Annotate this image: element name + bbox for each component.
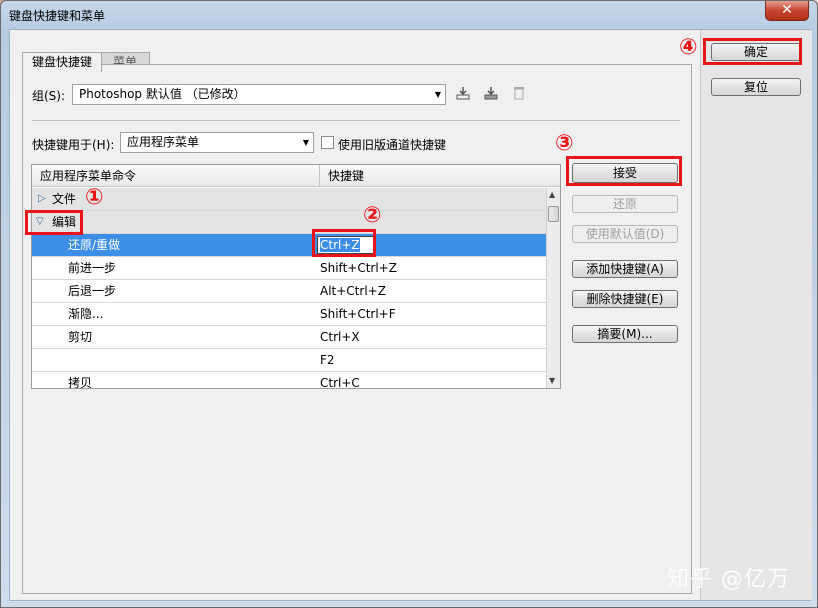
shortcuts-for-select[interactable]: 应用程序菜单 ▼ (120, 132, 314, 153)
highlight-shortcut-field (312, 229, 376, 257)
close-button[interactable]: ✕ (765, 1, 809, 21)
table-row[interactable]: 还原/重做 Ctrl+Z (32, 234, 546, 257)
shortcuts-table: 应用程序菜单命令 快捷键 ▷ 文件 ▽ 编辑 还原/重做 Ctrl+Z 前进一步… (31, 164, 561, 389)
save-set-icon[interactable] (454, 85, 472, 103)
highlight-accept-button (566, 156, 682, 186)
annotation-4: ④ (679, 35, 698, 60)
shortcuts-for-value: 应用程序菜单 (127, 135, 200, 149)
column-header-shortcut[interactable]: 快捷键 (320, 165, 560, 187)
row-shortcut: Ctrl+C (320, 376, 360, 389)
set-select-value: Photoshop 默认值 （已修改） (79, 87, 246, 101)
add-shortcut-button[interactable]: 添加快捷键(A) (572, 260, 678, 278)
set-select[interactable]: Photoshop 默认值 （已修改） ▼ (72, 84, 446, 105)
delete-shortcut-button[interactable]: 删除快捷键(E) (572, 290, 678, 308)
highlight-edit-group (25, 210, 83, 235)
row-shortcut: Ctrl+X (320, 330, 360, 344)
summarize-button[interactable]: 摘要(M)... (572, 325, 678, 343)
dialog-window: 键盘快捷键和菜单 ✕ 键盘快捷键 菜单 组(S): Photoshop 默认值 … (0, 0, 818, 608)
dialog-buttons-panel: 确定 复位 (700, 30, 812, 600)
watermark: 知乎 @亿万 (667, 567, 790, 592)
reset-button[interactable]: 复位 (711, 78, 801, 96)
use-default-button[interactable]: 使用默认值(D) (572, 225, 678, 243)
chevron-down-icon: ▼ (302, 138, 309, 147)
table-row[interactable]: F2 (32, 349, 546, 372)
row-command: 后退一步 (68, 284, 117, 298)
table-scrollbar[interactable]: ▲ ▼ (546, 188, 560, 388)
annotation-3: ③ (555, 131, 574, 156)
table-row-group-edit[interactable]: ▽ 编辑 (32, 211, 546, 234)
chevron-right-icon[interactable]: ▷ (38, 188, 46, 210)
scrollbar-thumb[interactable] (548, 206, 559, 222)
row-shortcut: F2 (320, 353, 335, 367)
row-command: 前进一步 (68, 261, 117, 275)
window-title: 键盘快捷键和菜单 (9, 9, 106, 23)
table-row[interactable]: 渐隐... Shift+Ctrl+F (32, 303, 546, 326)
undo-button[interactable]: 还原 (572, 195, 678, 213)
legacy-channel-checkbox[interactable] (321, 136, 334, 149)
table-row[interactable]: 后退一步 Alt+Ctrl+Z (32, 280, 546, 303)
row-command: 剪切 (68, 330, 93, 344)
legacy-channel-label: 使用旧版通道快捷键 (338, 138, 447, 152)
table-row[interactable]: 剪切 Ctrl+X (32, 326, 546, 349)
row-command: 渐隐... (68, 307, 104, 321)
table-row[interactable]: 拷贝 Ctrl+C (32, 372, 546, 389)
row-shortcut: Shift+Ctrl+Z (320, 261, 397, 275)
tab-keyboard-shortcuts[interactable]: 键盘快捷键 (22, 52, 102, 72)
chevron-down-icon: ▼ (434, 90, 441, 99)
scroll-up-icon[interactable]: ▲ (549, 190, 555, 199)
annotation-2: ② (363, 203, 382, 228)
row-command: 拷贝 (68, 376, 93, 389)
table-row[interactable]: 前进一步 Shift+Ctrl+Z (32, 257, 546, 280)
table-row-group-file[interactable]: ▷ 文件 (32, 188, 546, 211)
title-bar[interactable]: 键盘快捷键和菜单 ✕ (1, 1, 817, 29)
row-shortcut: Shift+Ctrl+F (320, 307, 396, 321)
trash-icon[interactable] (510, 85, 528, 103)
row-shortcut: Alt+Ctrl+Z (320, 284, 386, 298)
set-label: 组(S): (32, 89, 66, 103)
shortcuts-for-label: 快捷键用于(H): (32, 138, 115, 152)
new-set-icon[interactable] (482, 85, 500, 103)
row-command: 文件 (52, 192, 77, 206)
highlight-ok-button (703, 38, 802, 65)
scroll-down-icon[interactable]: ▼ (549, 376, 555, 385)
annotation-1: ① (85, 185, 104, 210)
row-command: 还原/重做 (68, 238, 121, 252)
divider (32, 120, 680, 121)
column-header-command[interactable]: 应用程序菜单命令 (32, 165, 320, 187)
